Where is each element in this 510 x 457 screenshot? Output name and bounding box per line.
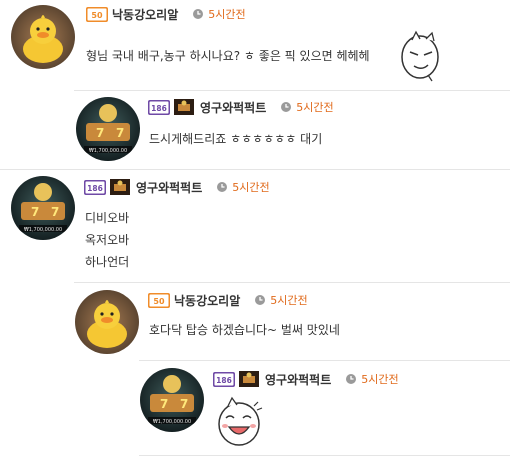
clock-icon bbox=[345, 373, 357, 385]
comment-text: 호다닥 탑승 하겠습니다~ 벌써 맛있네 bbox=[149, 319, 340, 341]
mini-avatar-icon bbox=[239, 371, 259, 387]
clock-icon bbox=[216, 181, 228, 193]
timestamp: 5시간전 bbox=[208, 8, 246, 21]
comment-line: 드시게해드리죠 ㅎㅎㅎㅎㅎㅎ 대기 bbox=[149, 132, 323, 146]
timestamp: 5시간전 bbox=[270, 294, 308, 307]
comment-line: 하나언더 bbox=[85, 255, 130, 269]
clock-icon bbox=[192, 8, 204, 20]
timestamp: 5시간전 bbox=[232, 181, 270, 194]
svg-text:186: 186 bbox=[216, 376, 232, 385]
comment-meta: 50 낙동강오리알 5시간전 bbox=[148, 291, 308, 309]
svg-text:7: 7 bbox=[116, 126, 124, 140]
nickname[interactable]: 낙동강오리알 bbox=[112, 6, 178, 23]
smirk-face-icon bbox=[398, 30, 444, 82]
svg-text:186: 186 bbox=[87, 184, 103, 193]
svg-text:7: 7 bbox=[180, 397, 188, 411]
comment-line: 형님 국내 배구,농구 하시나요? ㅎ 좋은 픽 있으면 헤헤헤 bbox=[86, 49, 370, 63]
svg-text:7: 7 bbox=[31, 205, 39, 219]
level-badge-icon: 186 bbox=[213, 371, 235, 387]
nickname[interactable]: 영구와퍽퍽트 bbox=[200, 99, 266, 116]
clock-icon bbox=[280, 101, 292, 113]
comment-meta: 186 영구와퍽퍽트 5시간전 bbox=[84, 178, 270, 196]
comment-text: 드시게해드리죠 ㅎㅎㅎㅎㅎㅎ 대기 bbox=[149, 128, 322, 150]
divider bbox=[139, 455, 510, 456]
level-badge-icon: 50 bbox=[148, 292, 170, 308]
laughing-face-icon bbox=[214, 396, 264, 448]
svg-text:₩1,700,000.00: ₩1,700,000.00 bbox=[24, 227, 62, 233]
svg-text:7: 7 bbox=[51, 205, 59, 219]
svg-text:7: 7 bbox=[96, 126, 104, 140]
nickname[interactable]: 영구와퍽퍽트 bbox=[265, 371, 331, 388]
casino-avatar[interactable]: 7 7 ₩1,700,000.00 bbox=[76, 97, 140, 161]
comment-meta: 186 영구와퍽퍽트 5시간전 bbox=[213, 370, 399, 388]
casino-avatar[interactable]: 7 7 ₩1,700,000.00 bbox=[11, 176, 75, 240]
svg-text:50: 50 bbox=[153, 297, 165, 306]
svg-text:₩1,700,000.00: ₩1,700,000.00 bbox=[89, 148, 127, 154]
timestamp: 5시간전 bbox=[361, 373, 399, 386]
divider bbox=[0, 169, 510, 170]
svg-text:₩1,700,000.00: ₩1,700,000.00 bbox=[153, 419, 191, 425]
divider bbox=[74, 282, 510, 283]
nickname[interactable]: 낙동강오리알 bbox=[174, 292, 240, 309]
level-badge-icon: 186 bbox=[84, 179, 106, 195]
comment-text: 디비오바 옥저오바 하나언더 bbox=[85, 207, 129, 273]
mini-avatar-icon bbox=[174, 99, 194, 115]
divider bbox=[74, 90, 510, 91]
duck-avatar[interactable] bbox=[11, 5, 75, 69]
duck-avatar[interactable] bbox=[75, 290, 139, 354]
comment-text: 형님 국내 배구,농구 하시나요? ㅎ 좋은 픽 있으면 헤헤헤 bbox=[86, 45, 370, 67]
comment-meta: 186 영구와퍽퍽트 5시간전 bbox=[148, 98, 334, 116]
casino-avatar[interactable]: 7 7 ₩1,700,000.00 bbox=[140, 368, 204, 432]
nickname[interactable]: 영구와퍽퍽트 bbox=[136, 179, 202, 196]
clock-icon bbox=[254, 294, 266, 306]
comment-line: 호다닥 탑승 하겠습니다~ 벌써 맛있네 bbox=[149, 323, 340, 337]
svg-text:7: 7 bbox=[160, 397, 168, 411]
svg-text:186: 186 bbox=[151, 104, 167, 113]
level-badge-icon: 50 bbox=[86, 6, 108, 22]
mini-avatar-icon bbox=[110, 179, 130, 195]
svg-text:50: 50 bbox=[91, 11, 103, 20]
level-badge-icon: 186 bbox=[148, 99, 170, 115]
comment-meta: 50 낙동강오리알 5시간전 bbox=[86, 5, 246, 23]
comment-line: 디비오바 bbox=[85, 211, 130, 225]
divider bbox=[139, 360, 510, 361]
timestamp: 5시간전 bbox=[296, 101, 334, 114]
comment-line: 옥저오바 bbox=[85, 233, 130, 247]
